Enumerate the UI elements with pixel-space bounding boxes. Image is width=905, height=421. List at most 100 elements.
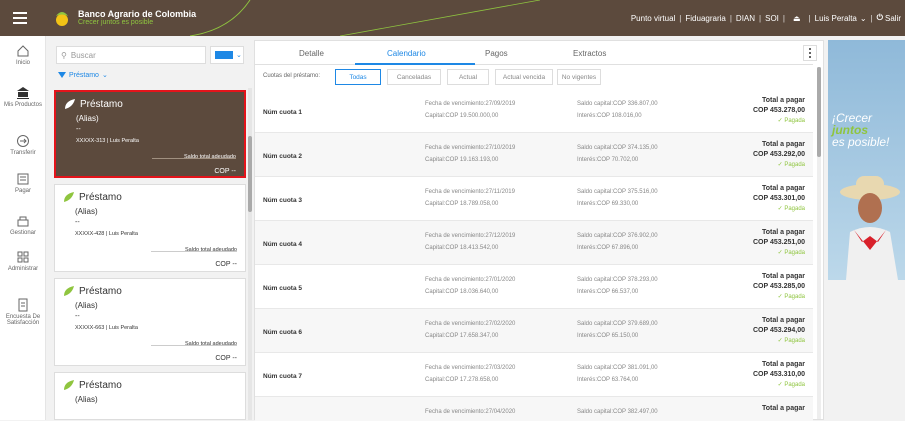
paid-status: ✓ Pagada — [778, 293, 805, 300]
separator: | — [870, 13, 873, 23]
left-nav: Inicio Mis Productos Transferir Pagar Ge… — [0, 36, 46, 420]
separator: | — [679, 13, 682, 23]
scroll-thumb[interactable] — [248, 136, 252, 212]
view-toggle[interactable]: ⌄ — [210, 46, 244, 64]
due-date: Fecha de vencimiento:27/04/2020 — [425, 409, 516, 415]
link-fiduagraria[interactable]: Fiduagraria — [685, 14, 725, 23]
loan-card-selected[interactable]: Préstamo (Alias) -- XXXXX-313 | Luis Per… — [54, 90, 246, 178]
paid-status: ✓ Pagada — [778, 249, 805, 256]
loan-card[interactable]: Préstamo (Alias) -- XXXXX-428 | Luis Per… — [54, 184, 246, 272]
separator: | — [759, 13, 762, 23]
total-label: Total a pagar — [761, 317, 805, 324]
installment-row[interactable]: Fecha de vencimiento:27/04/2020 Saldo ca… — [255, 397, 813, 421]
nav-mis-productos[interactable]: Mis Productos — [0, 86, 46, 108]
bank-icon — [17, 87, 29, 99]
due-date: Fecha de vencimiento:27/11/2019 — [425, 189, 515, 195]
card-amount: COP -- — [215, 261, 237, 268]
interest: Interés:COP 67.896,00 — [577, 245, 639, 251]
status-text: Pagada — [784, 382, 805, 388]
filter-actual[interactable]: Actual — [447, 69, 489, 85]
card-header: Préstamo — [63, 379, 122, 391]
tab-extractos[interactable]: Extractos — [573, 49, 606, 58]
installment-number: Núm cuota 1 — [263, 109, 303, 116]
logout-link[interactable]: Salir — [885, 14, 901, 23]
interest: Interés:COP 108.016,00 — [577, 113, 642, 119]
saldo-capital: Saldo capital:COP 376.902,00 — [577, 233, 658, 239]
loan-card[interactable]: Préstamo (Alias) -- XXXXX-663 | Luis Per… — [54, 278, 246, 366]
user-menu[interactable]: Luis Peralta — [815, 14, 857, 23]
active-tab-indicator — [355, 63, 475, 65]
detail-scrollbar[interactable] — [817, 67, 821, 419]
card-saldo-label: Saldo total adeudado — [185, 341, 237, 347]
installment-number: Núm cuota 5 — [263, 285, 303, 292]
card-header: Préstamo — [63, 191, 122, 203]
loan-leaf-icon — [64, 286, 74, 296]
brand[interactable]: Banco Agrario de Colombia Crecer juntos … — [52, 0, 196, 36]
interest: Interés:COP 63.764,00 — [577, 377, 639, 383]
installment-row[interactable]: Núm cuota 4 Fecha de vencimiento:27/12/2… — [255, 221, 813, 265]
search-input[interactable]: ⚲ Buscar — [56, 46, 206, 64]
total-amount: COP 453.285,00 — [752, 283, 805, 290]
filter-canceladas[interactable]: Canceladas — [387, 69, 441, 85]
interest: Interés:COP 69.330,00 — [577, 201, 639, 207]
total-amount: COP 453.294,00 — [752, 327, 805, 334]
installment-number: Núm cuota 3 — [263, 197, 303, 204]
card-saldo-label: Saldo total adeudado — [184, 154, 236, 160]
tab-pagos[interactable]: Pagos — [485, 49, 508, 58]
installment-row[interactable]: Núm cuota 6 Fecha de vencimiento:27/02/2… — [255, 309, 813, 353]
card-header: Préstamo — [64, 98, 123, 110]
total-amount: COP 453.251,00 — [752, 239, 805, 246]
paid-status: ✓ Pagada — [778, 161, 805, 168]
menu-icon[interactable] — [0, 0, 40, 36]
list-scrollbar[interactable] — [248, 88, 252, 420]
interest: Interés:COP 66.537,00 — [577, 289, 639, 295]
accessibility-icon[interactable]: ⏏ — [793, 14, 801, 23]
filter-actual-vencida[interactable]: Actual vencida — [495, 69, 553, 85]
nav-gestionar[interactable]: Gestionar — [0, 214, 46, 236]
nav-administrar[interactable]: Administrar — [0, 250, 46, 272]
paid-status: ✓ Pagada — [778, 117, 805, 124]
status-text: Pagada — [784, 250, 805, 256]
admin-icon — [17, 251, 29, 263]
nav-inicio[interactable]: Inicio — [0, 44, 46, 66]
nav-encuesta[interactable]: Encuesta De Satisfacción — [0, 298, 46, 326]
installment-number: Núm cuota 2 — [263, 153, 303, 160]
link-dian[interactable]: DIAN — [736, 14, 755, 23]
promo-banner[interactable]: ¡Crecer juntos es posible! — [828, 40, 905, 280]
capital: Capital:COP 18.413.542,00 — [425, 245, 499, 251]
installment-row[interactable]: Núm cuota 7 Fecha de vencimiento:27/03/2… — [255, 353, 813, 397]
nav-pagar[interactable]: Pagar — [0, 172, 46, 194]
farmer-illustration — [840, 176, 900, 280]
card-alias: (Alias) — [75, 301, 98, 310]
due-date: Fecha de vencimiento:27/10/2019 — [425, 145, 516, 151]
tab-calendario[interactable]: Calendario — [387, 49, 426, 58]
link-soi[interactable]: SOI — [765, 14, 779, 23]
total-amount: COP 453.310,00 — [752, 371, 805, 378]
total-label: Total a pagar — [761, 361, 805, 368]
nav-transferir[interactable]: Transferir — [0, 134, 46, 156]
cuotas-filter-label: Cuotas del préstamo: — [263, 73, 321, 79]
power-icon[interactable]: ⏻ — [877, 13, 883, 23]
chevron-down-icon: ⌄ — [859, 13, 867, 23]
installment-row[interactable]: Núm cuota 5 Fecha de vencimiento:27/01/2… — [255, 265, 813, 309]
filter-icon — [58, 72, 66, 78]
installment-row[interactable]: Núm cuota 3 Fecha de vencimiento:27/11/2… — [255, 177, 813, 221]
chevron-down-icon: ⌄ — [236, 52, 242, 59]
more-options-icon[interactable] — [803, 45, 817, 61]
filter-no-vigentes[interactable]: No vigentes — [557, 69, 601, 85]
total-label: Total a pagar — [761, 97, 805, 104]
tab-detalle[interactable]: Detalle — [299, 49, 324, 58]
loan-card[interactable]: Préstamo (Alias) — [54, 372, 246, 420]
paid-status: ✓ Pagada — [778, 205, 805, 212]
saldo-capital: Saldo capital:COP 374.135,00 — [577, 145, 658, 151]
product-filter[interactable]: Préstamo ⌄ — [58, 71, 108, 79]
chevron-down-icon: ⌄ — [101, 72, 108, 79]
filter-todas[interactable]: Todas — [335, 69, 381, 85]
total-label: Total a pagar — [761, 273, 805, 280]
installment-row[interactable]: Núm cuota 2 Fecha de vencimiento:27/10/2… — [255, 133, 813, 177]
link-punto-virtual[interactable]: Punto virtual — [631, 14, 675, 23]
saldo-capital: Saldo capital:COP 378.293,00 — [577, 277, 658, 283]
installment-row[interactable]: Núm cuota 1 Fecha de vencimiento:27/09/2… — [255, 89, 813, 133]
scroll-thumb[interactable] — [817, 67, 821, 157]
brand-logo-icon — [56, 12, 68, 26]
